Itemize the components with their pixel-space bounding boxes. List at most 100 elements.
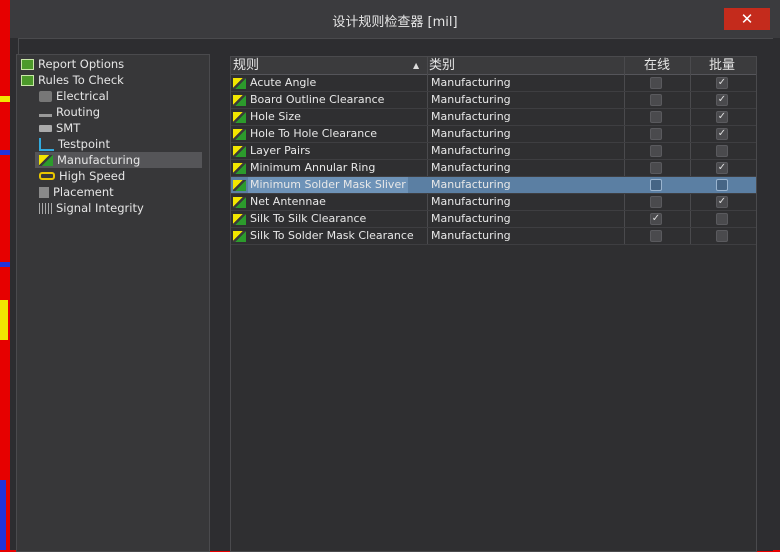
batch-checkbox[interactable]: ✓: [716, 162, 728, 174]
online-checkbox[interactable]: [650, 162, 662, 174]
report-options-icon: [21, 58, 34, 70]
online-checkbox[interactable]: [650, 196, 662, 208]
batch-checkbox[interactable]: [716, 213, 728, 225]
signal-integrity-icon: [39, 202, 52, 214]
rule-cell: Acute Angle: [233, 75, 316, 91]
category-cell: Manufacturing: [431, 93, 511, 106]
rule-name: Layer Pairs: [250, 144, 311, 157]
category-cell: Manufacturing: [431, 127, 511, 140]
placement-icon: [39, 186, 49, 198]
category-cell: Manufacturing: [431, 229, 511, 242]
batch-checkbox[interactable]: ✓: [716, 128, 728, 140]
tree-item-label: SMT: [56, 121, 81, 135]
tree-item-label: Signal Integrity: [56, 201, 144, 215]
online-checkbox[interactable]: [650, 111, 662, 123]
table-row[interactable]: Hole Size Manufacturing ✓: [231, 109, 756, 126]
table-row[interactable]: Silk To Solder Mask Clearance Manufacturi…: [231, 228, 756, 245]
category-cell: Manufacturing: [431, 178, 511, 191]
rule-cell: Silk To Solder Mask Clearance: [233, 228, 414, 244]
tree-item-label: Placement: [53, 185, 114, 199]
rule-cell: Minimum Solder Mask Sliver: [233, 177, 408, 193]
high-speed-icon: [39, 172, 55, 180]
manufacturing-rule-icon: [233, 145, 246, 157]
tree-item-label: Electrical: [56, 89, 109, 103]
table-row[interactable]: Board Outline Clearance Manufacturing ✓: [231, 92, 756, 109]
batch-checkbox[interactable]: ✓: [716, 77, 728, 89]
manufacturing-rule-icon: [233, 230, 246, 242]
manufacturing-icon: [39, 154, 53, 166]
rule-name: Minimum Annular Ring: [250, 161, 376, 174]
online-checkbox[interactable]: [650, 128, 662, 140]
column-header-category[interactable]: 类别: [429, 57, 455, 74]
category-cell: Manufacturing: [431, 144, 511, 157]
rule-name: Board Outline Clearance: [250, 93, 385, 106]
rule-name: Minimum Solder Mask Sliver: [248, 177, 408, 193]
pcb-trace: [0, 300, 8, 340]
close-button[interactable]: ✕: [724, 8, 770, 30]
rule-tree: Report Options Rules To Check Electrical…: [16, 54, 210, 552]
tree-item-label: Report Options: [38, 57, 125, 71]
rule-name: Net Antennae: [250, 195, 326, 208]
rules-grid: 规则 ▲ 类别 在线 批量 Acute Angle Manufacturing ✓ B…: [230, 56, 757, 552]
title-bar: 设计规则检查器 [mil] ✕: [10, 0, 780, 38]
manufacturing-rule-icon: [233, 128, 246, 140]
column-header-rule[interactable]: 规则: [233, 57, 259, 74]
online-checkbox[interactable]: [650, 145, 662, 157]
rule-cell: Minimum Annular Ring: [233, 160, 375, 176]
tree-item-smt[interactable]: SMT: [39, 120, 199, 136]
rule-name: Silk To Solder Mask Clearance: [250, 229, 414, 242]
close-icon: ✕: [740, 10, 754, 28]
manufacturing-rule-icon: [233, 77, 246, 89]
tree-item-label: Manufacturing: [57, 153, 141, 167]
manufacturing-rule-icon: [233, 162, 246, 174]
pcb-trace: [0, 150, 10, 155]
online-checkbox[interactable]: [650, 77, 662, 89]
window-title: 设计规则检查器 [mil]: [332, 15, 458, 30]
tree-item-label: Routing: [56, 105, 101, 119]
batch-checkbox[interactable]: [716, 145, 728, 157]
table-row[interactable]: Net Antennae Manufacturing ✓: [231, 194, 756, 211]
batch-checkbox[interactable]: [716, 230, 728, 242]
rules-to-check-icon: [21, 74, 34, 86]
rule-cell: Hole To Hole Clearance: [233, 126, 377, 142]
column-header-online[interactable]: 在线: [644, 57, 670, 74]
tree-item-testpoint[interactable]: Testpoint: [39, 136, 199, 152]
category-cell: Manufacturing: [431, 212, 511, 225]
category-cell: Manufacturing: [431, 195, 511, 208]
online-checkbox[interactable]: ✓: [650, 213, 662, 225]
batch-checkbox[interactable]: ✓: [716, 94, 728, 106]
pcb-trace: [0, 96, 10, 102]
tree-item-label: Rules To Check: [38, 73, 124, 87]
manufacturing-rule-icon: [233, 196, 246, 208]
manufacturing-rule-icon: [233, 94, 246, 106]
tree-item-placement[interactable]: Placement: [39, 184, 199, 200]
tree-item-electrical[interactable]: Electrical: [39, 88, 199, 104]
table-row[interactable]: Minimum Solder Mask Sliver Manufacturing: [231, 177, 756, 194]
tree-item-manufacturing[interactable]: Manufacturing: [35, 152, 202, 168]
category-cell: Manufacturing: [431, 110, 511, 123]
rule-cell: Layer Pairs: [233, 143, 310, 159]
batch-checkbox[interactable]: ✓: [716, 196, 728, 208]
tree-item-high-speed[interactable]: High Speed: [39, 168, 199, 184]
column-header-batch[interactable]: 批量: [709, 57, 735, 74]
table-row[interactable]: Silk To Silk Clearance Manufacturing ✓: [231, 211, 756, 228]
online-checkbox[interactable]: [650, 94, 662, 106]
table-row[interactable]: Acute Angle Manufacturing ✓: [231, 75, 756, 92]
rule-cell: Hole Size: [233, 109, 301, 125]
tree-item-report-options[interactable]: Report Options: [21, 56, 201, 72]
manufacturing-rule-icon: [233, 111, 246, 123]
table-row[interactable]: Layer Pairs Manufacturing: [231, 143, 756, 160]
batch-checkbox[interactable]: ✓: [716, 111, 728, 123]
batch-checkbox[interactable]: [716, 179, 728, 191]
tree-item-routing[interactable]: Routing: [39, 104, 199, 120]
tree-item-rules-to-check[interactable]: Rules To Check: [21, 72, 201, 88]
tree-item-signal-integrity[interactable]: Signal Integrity: [39, 200, 199, 216]
table-row[interactable]: Minimum Annular Ring Manufacturing ✓: [231, 160, 756, 177]
electrical-icon: [39, 90, 52, 102]
tree-item-label: Testpoint: [58, 137, 110, 151]
online-checkbox[interactable]: [650, 179, 662, 191]
rule-name: Hole To Hole Clearance: [250, 127, 378, 140]
online-checkbox[interactable]: [650, 230, 662, 242]
table-row[interactable]: Hole To Hole Clearance Manufacturing ✓: [231, 126, 756, 143]
sort-ascending-icon[interactable]: ▲: [413, 57, 419, 74]
